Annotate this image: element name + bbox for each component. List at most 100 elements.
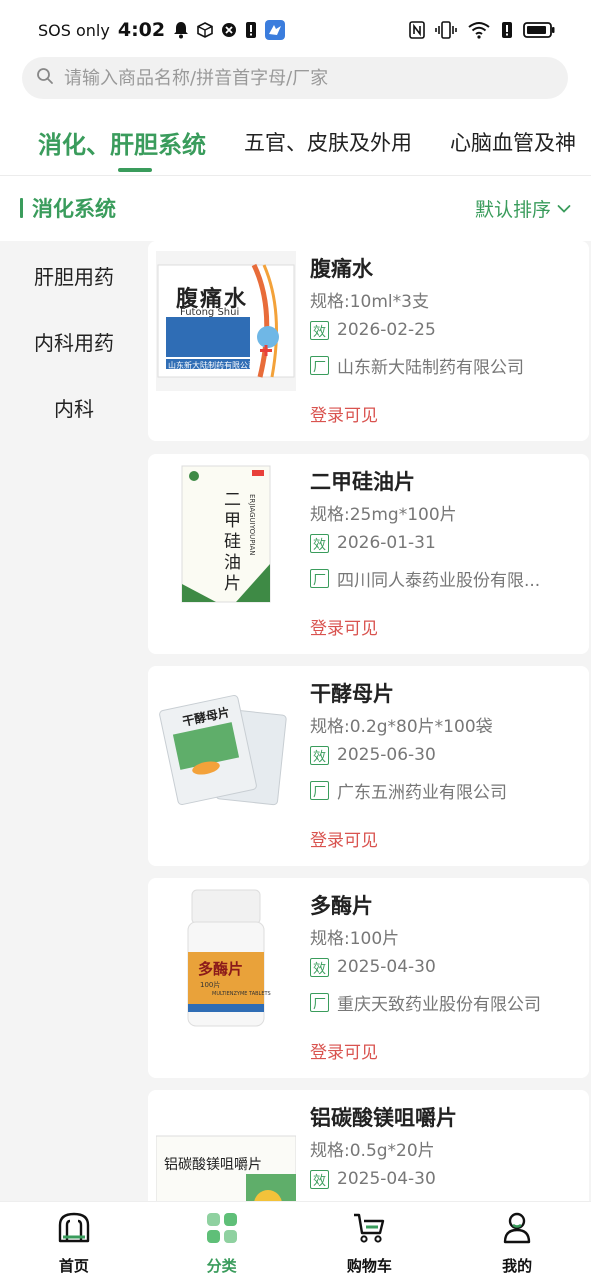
nav-profile[interactable]: 我的 xyxy=(443,1202,591,1280)
expiry-row: 效 2026-02-25 xyxy=(310,320,436,340)
box-title: 多酶片 xyxy=(198,960,244,978)
product-image: 多酶片 100片 MULTIENZYME TABLETS xyxy=(156,888,296,1028)
tab-digestive-hepatobiliary[interactable]: 消化、肝胆系统 xyxy=(38,125,206,172)
tab-cardio-cerebrovascular[interactable]: 心脑血管及神 xyxy=(450,127,576,157)
box-title: 铝碳酸镁咀嚼片 xyxy=(164,1157,262,1173)
box-en: MULTIENZYME TABLETS xyxy=(212,991,271,997)
product-spec: 规格:10ml*3支 xyxy=(310,292,429,312)
search-bar[interactable] xyxy=(22,57,568,99)
nav-home[interactable]: 首页 xyxy=(0,1202,148,1280)
expiry-tag: 效 xyxy=(310,533,329,553)
nav-cart-label: 购物车 xyxy=(346,1257,392,1275)
profile-icon xyxy=(500,1211,534,1249)
manufacturer: 重庆天致药业股份有限公司 xyxy=(337,995,541,1015)
sort-dropdown[interactable]: 默认排序 xyxy=(475,195,571,222)
chevron-down-icon xyxy=(557,197,571,219)
sim-alert-icon xyxy=(245,21,257,39)
product-card[interactable]: 干酵母片 干酵母片 规格:0.2g*80片*100袋 效 2025-06-30 … xyxy=(148,666,589,866)
nav-home-label: 首页 xyxy=(58,1257,89,1275)
category-icon xyxy=(205,1211,239,1249)
nfc-icon xyxy=(409,21,425,39)
expiry-tag: 效 xyxy=(310,745,329,765)
tab-label: 心脑血管及神 xyxy=(450,131,576,155)
product-spec: 规格:0.5g*20片 xyxy=(310,1141,435,1161)
expiry-date: 2026-02-25 xyxy=(337,320,436,340)
product-name[interactable]: 腹痛水 xyxy=(310,253,373,283)
expiry-date: 2025-04-30 xyxy=(337,957,436,977)
login-to-view-price[interactable]: 登录可见 xyxy=(310,1038,378,1063)
tab-label: 五官、皮肤及外用 xyxy=(244,131,412,155)
product-name[interactable]: 多酶片 xyxy=(310,890,373,920)
expiry-row: 效 2025-04-30 xyxy=(310,957,436,977)
product-image: 干酵母片 xyxy=(156,676,296,816)
login-to-view-price[interactable]: 登录可见 xyxy=(310,826,378,851)
sidebar-item-internal-medicine[interactable]: 内科 xyxy=(0,393,148,422)
product-card[interactable]: 腹痛水 Futong Shui 山东新大陆制药有限公司 腹痛水 规格:10ml*… xyxy=(148,241,589,441)
status-bar: SOS only 4:02 xyxy=(0,0,591,60)
active-tab-indicator xyxy=(118,167,152,172)
bottom-nav: 首页 分类 购物车 我的 xyxy=(0,1201,591,1280)
sidebar-item-internal-medicine-drugs[interactable]: 内科用药 xyxy=(0,327,148,356)
expiry-tag: 效 xyxy=(310,320,329,340)
app-notification-icon xyxy=(265,20,286,40)
expiry-date: 2025-04-30 xyxy=(337,1169,436,1189)
home-icon xyxy=(57,1211,91,1249)
box-count: 100片 xyxy=(200,981,221,989)
carrier-text: SOS only xyxy=(38,20,110,40)
product-image: 二甲硅油片 ERJIAGUIYOUPIAN xyxy=(156,464,296,604)
product-image: 腹痛水 Futong Shui 山东新大陆制药有限公司 xyxy=(156,251,296,391)
box-maker: 山东新大陆制药有限公司 xyxy=(168,361,256,370)
nav-category-label: 分类 xyxy=(206,1257,237,1275)
login-to-view-price[interactable]: 登录可见 xyxy=(310,614,378,639)
maker-row: 厂 广东五洲药业有限公司 xyxy=(310,778,507,803)
manufacturer: 广东五洲药业有限公司 xyxy=(337,783,507,803)
alert-icon xyxy=(501,21,513,39)
product-spec: 规格:25mg*100片 xyxy=(310,505,457,525)
battery-icon xyxy=(523,21,555,39)
blocked-icon xyxy=(221,22,237,38)
subcategory-sidebar: 肝胆用药 内科用药 内科 xyxy=(0,241,148,1201)
nav-category[interactable]: 分类 xyxy=(148,1202,296,1280)
box-icon xyxy=(197,22,213,38)
expiry-date: 2025-06-30 xyxy=(337,745,436,765)
maker-tag: 厂 xyxy=(310,569,329,588)
nav-cart[interactable]: 购物车 xyxy=(296,1202,444,1280)
product-card[interactable]: 二甲硅油片 ERJIAGUIYOUPIAN 二甲硅油片 规格:25mg*100片… xyxy=(148,454,589,654)
maker-row: 厂 重庆天致药业股份有限公司 xyxy=(310,990,541,1015)
wifi-icon xyxy=(467,21,491,39)
login-to-view-price[interactable]: 登录可见 xyxy=(310,401,378,426)
expiry-row: 效 2025-06-30 xyxy=(310,745,436,765)
manufacturer: 四川同人泰药业股份有限... xyxy=(337,571,541,591)
product-name[interactable]: 铝碳酸镁咀嚼片 xyxy=(310,1102,457,1132)
search-icon xyxy=(36,67,54,89)
expiry-row: 效 2026-01-31 xyxy=(310,533,436,553)
category-tabs: 消化、肝胆系统 五官、皮肤及外用 心脑血管及神 xyxy=(0,110,591,174)
tab-ent-dermatology[interactable]: 五官、皮肤及外用 xyxy=(244,127,412,157)
product-image: 铝碳酸镁咀嚼片 xyxy=(156,1100,296,1201)
sort-label: 默认排序 xyxy=(474,198,551,221)
section-title: 消化系统 xyxy=(32,197,116,221)
vibrate-icon xyxy=(435,21,457,39)
box-pinyin: Futong Shui xyxy=(180,307,240,318)
manufacturer: 山东新大陆制药有限公司 xyxy=(337,358,524,378)
product-name[interactable]: 二甲硅油片 xyxy=(310,466,415,496)
product-name[interactable]: 干酵母片 xyxy=(310,678,394,708)
box-pinyin: ERJIAGUIYOUPIAN xyxy=(248,494,256,556)
sidebar-item-liver-gallbladder[interactable]: 肝胆用药 xyxy=(0,261,148,290)
expiry-date: 2026-01-31 xyxy=(337,533,436,553)
box-title: 二甲硅油片 xyxy=(220,490,240,595)
product-spec: 规格:100片 xyxy=(310,929,400,949)
maker-tag: 厂 xyxy=(310,781,329,800)
search-input[interactable] xyxy=(64,67,544,89)
title-marker xyxy=(20,198,23,218)
bell-icon xyxy=(173,21,189,39)
tab-label: 消化、肝胆系统 xyxy=(38,130,206,159)
product-list[interactable]: 腹痛水 Futong Shui 山东新大陆制药有限公司 腹痛水 规格:10ml*… xyxy=(148,241,591,1201)
expiry-row: 效 2025-04-30 xyxy=(310,1169,436,1189)
clock: 4:02 xyxy=(117,19,166,41)
product-card[interactable]: 铝碳酸镁咀嚼片 铝碳酸镁咀嚼片 规格:0.5g*20片 效 2025-04-30 xyxy=(148,1090,589,1201)
product-spec: 规格:0.2g*80片*100袋 xyxy=(310,717,493,737)
product-card[interactable]: 多酶片 100片 MULTIENZYME TABLETS 多酶片 规格:100片… xyxy=(148,878,589,1078)
maker-row: 厂 四川同人泰药业股份有限... xyxy=(310,566,540,591)
sub-header: 消化系统 默认排序 xyxy=(0,176,591,240)
